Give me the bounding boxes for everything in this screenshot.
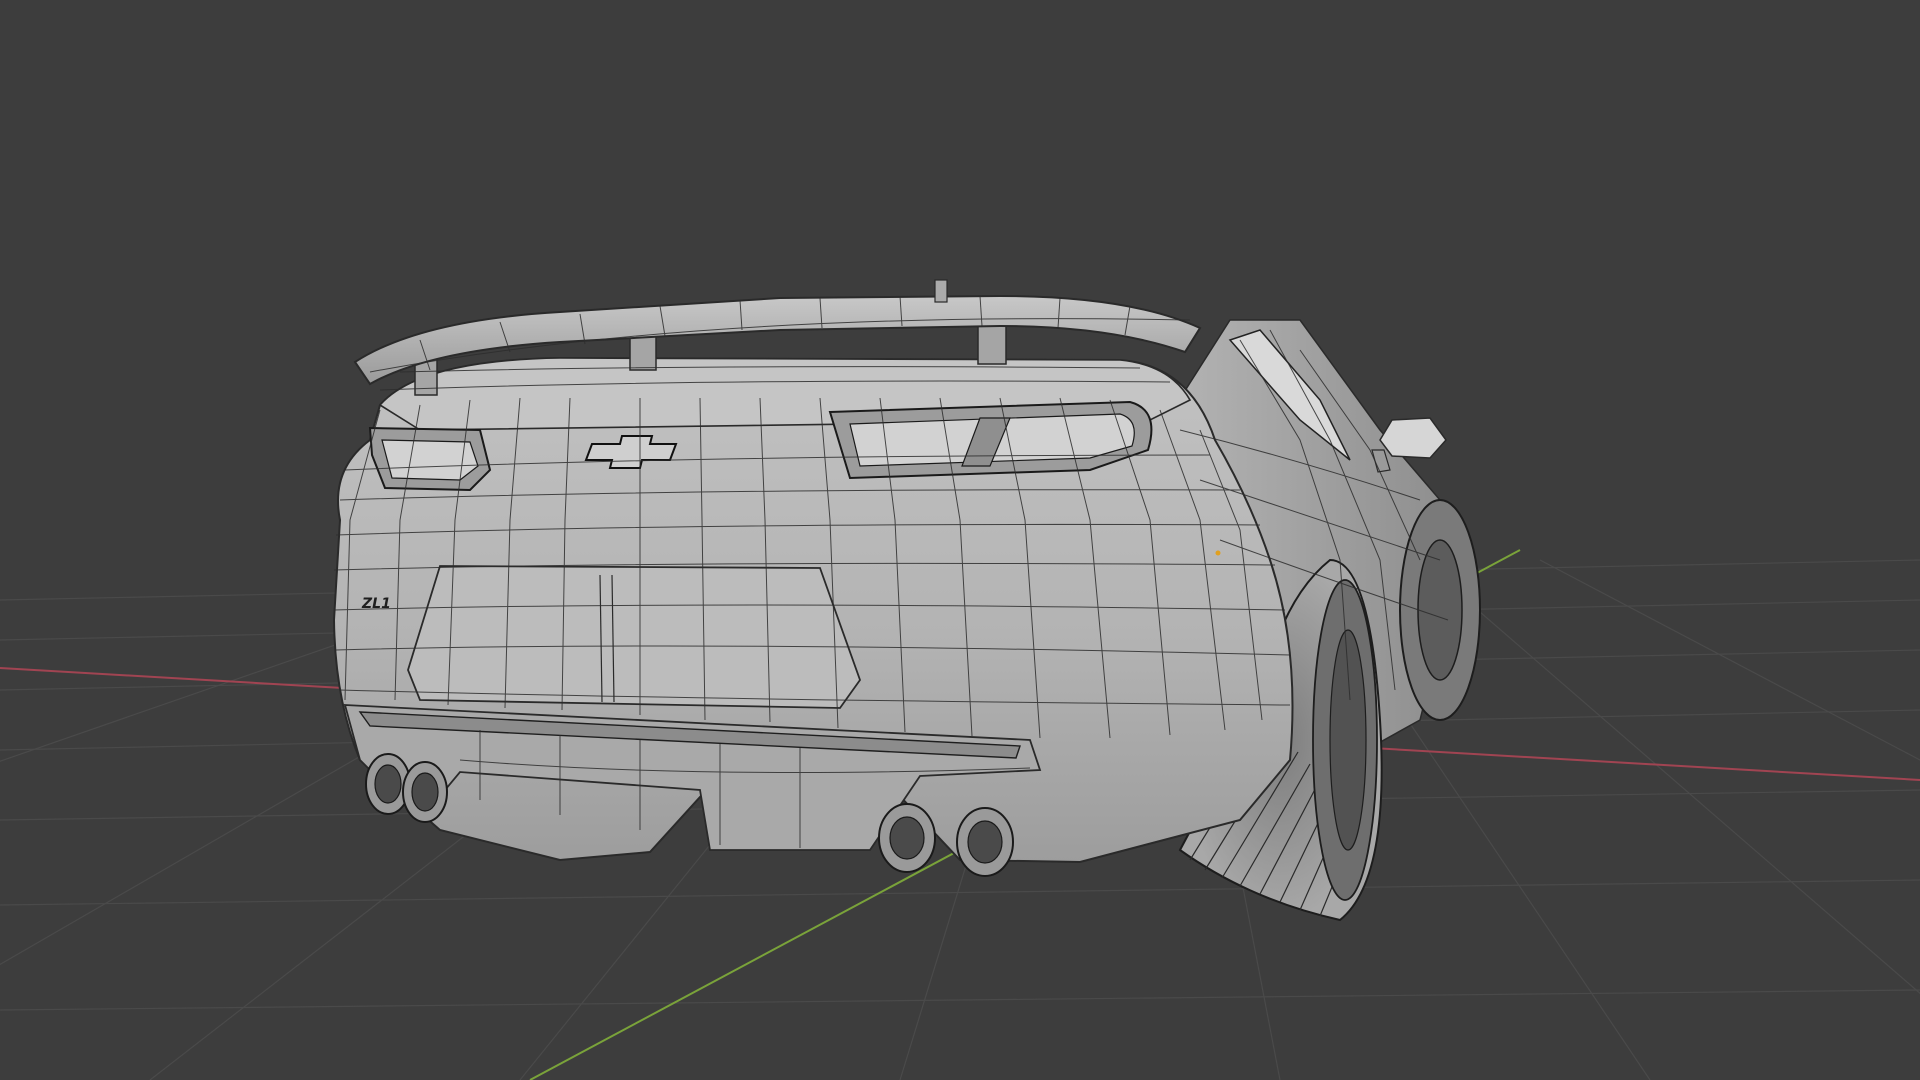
- spoiler-stand-right: [977, 321, 1007, 365]
- car-model[interactable]: ZL1: [332, 279, 1481, 922]
- viewport-canvas[interactable]: ZL1: [0, 0, 1920, 1080]
- license-plate-recess: [407, 565, 862, 709]
- origin-point: [1215, 550, 1221, 556]
- far-tire: [1399, 499, 1481, 721]
- 3d-viewport[interactable]: ZL1: [0, 0, 1920, 1080]
